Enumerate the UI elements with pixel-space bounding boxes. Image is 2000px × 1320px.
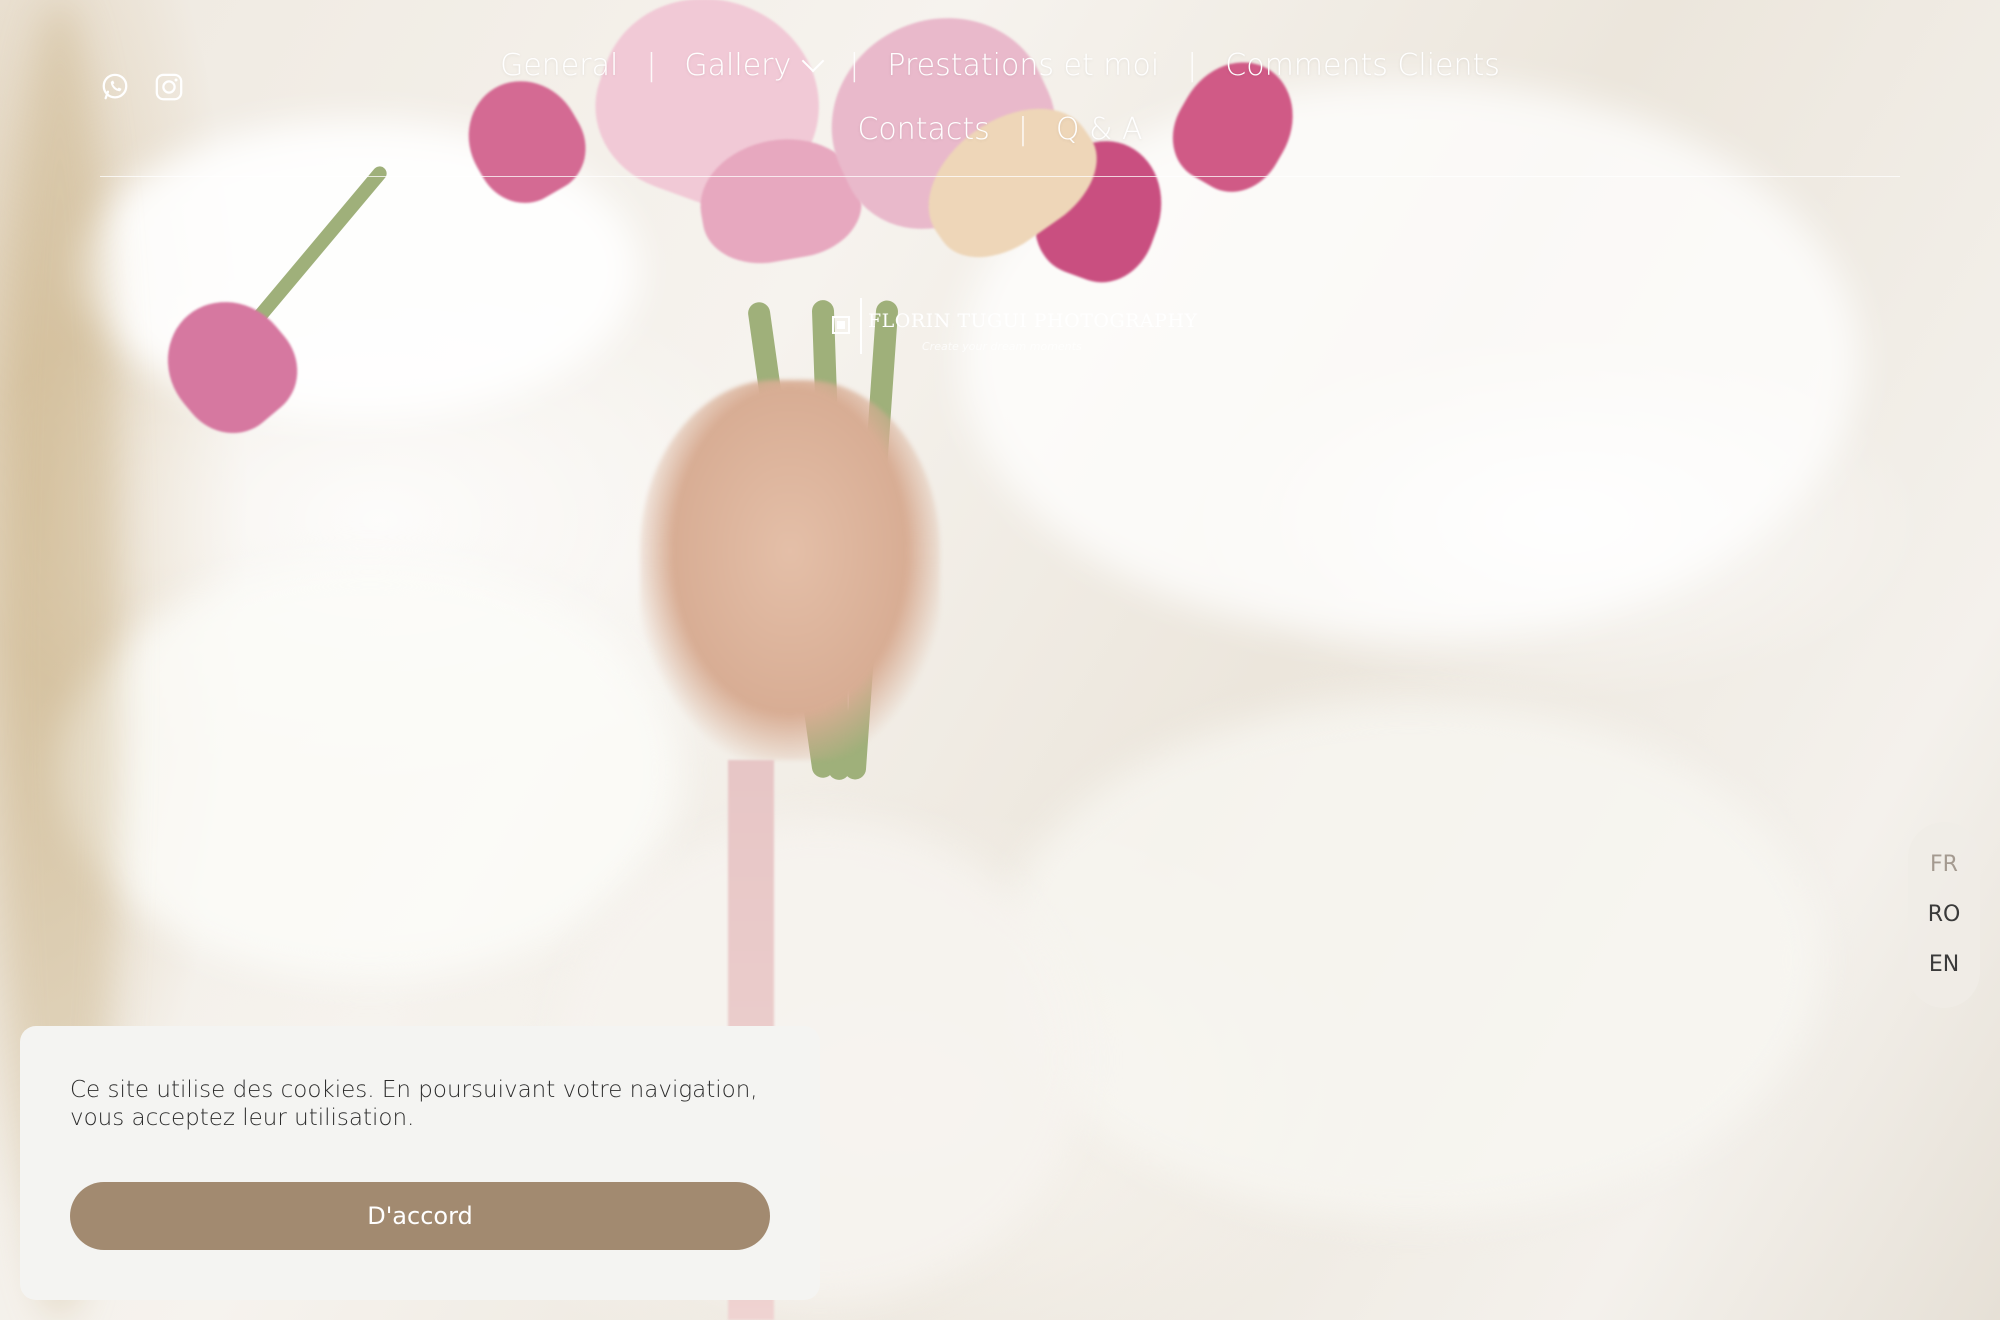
nav-separator: | (1017, 112, 1028, 147)
cookie-banner: Ce site utilise des cookies. En poursuiv… (20, 1026, 820, 1300)
logo-divider (860, 298, 862, 354)
nav-item-comments[interactable]: Comments Clients (1197, 34, 1528, 98)
language-switcher: FR RO EN (1908, 822, 1980, 1008)
nav-item-general[interactable]: General (472, 34, 646, 98)
chevron-down-icon (801, 49, 825, 73)
nav-separator: | (1187, 48, 1198, 83)
cookie-accept-button[interactable]: D'accord (70, 1182, 770, 1250)
site-logo[interactable]: FLORIN TUGUI PHOTOGRAPHY Create your dre… (832, 298, 1197, 358)
logo-name: FLORIN TUGUI PHOTOGRAPHY (868, 310, 1198, 332)
site-header: General | Gallery | Prestations et moi |… (100, 0, 1900, 177)
language-option-fr[interactable]: FR (1930, 849, 1958, 881)
language-option-en[interactable]: EN (1929, 949, 1959, 981)
logo-mark-icon (832, 316, 850, 334)
language-option-ro[interactable]: RO (1928, 899, 1961, 931)
nav-item-qa[interactable]: Q & A (1028, 98, 1171, 162)
logo-tagline: Create your dream moments (922, 340, 1082, 353)
cookie-message: Ce site utilise des cookies. En poursuiv… (70, 1077, 758, 1131)
nav-separator: | (849, 48, 860, 83)
nav-separator: | (646, 48, 657, 83)
nav-item-prestations[interactable]: Prestations et moi (859, 34, 1187, 98)
nav-item-gallery-label: Gallery (684, 48, 792, 83)
nav-item-contacts[interactable]: Contacts (829, 98, 1017, 162)
main-navigation: General | Gallery | Prestations et moi |… (100, 34, 1900, 162)
nav-item-gallery[interactable]: Gallery (656, 34, 849, 98)
